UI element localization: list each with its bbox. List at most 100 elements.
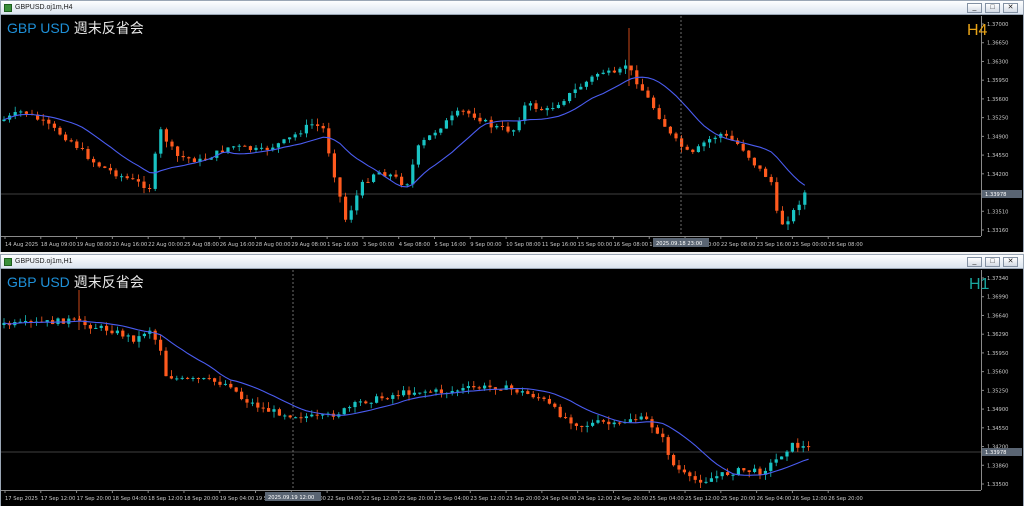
bear-candle-body [612,70,616,73]
bear-candle-body [164,129,168,142]
bear-candle-body [277,409,281,416]
bull-candle-body [584,81,588,87]
bear-candle-body [187,157,191,159]
bull-candle-body [461,388,465,391]
price-tick-label: 1.35950 [987,78,1008,84]
minimize-button[interactable]: _ [967,3,982,13]
bear-candle-body [86,148,90,159]
bull-candle-body [709,478,713,482]
bull-candle-body [304,416,308,419]
bear-candle-body [299,417,303,419]
bear-candle-body [500,125,504,127]
price-tick-label: 1.33500 [987,482,1008,488]
bull-candle-body [202,378,206,380]
bull-candle-body [792,210,796,222]
bull-candle-body [753,468,757,472]
bull-candle-body [596,420,600,423]
time-tick-label: 26 Sep 12:00 [792,496,827,502]
bear-candle-body [564,417,568,419]
bear-candle-body [540,108,544,111]
bull-candle-body [456,110,460,116]
bear-candle-body [265,147,269,150]
bull-candle-body [283,415,287,417]
bull-candle-body [466,386,470,389]
bear-candle-body [685,146,689,150]
close-button[interactable]: ✕ [1003,3,1018,13]
bear-candle-body [261,407,265,409]
bear-candle-body [256,402,260,408]
window-titlebar[interactable]: GBPUSD.oj1m,H4 _ □ ✕ [1,1,1023,15]
time-tick-label: 22 Sep 12:00 [363,496,398,502]
bull-candle-body [299,133,303,135]
bear-candle-body [646,90,650,98]
bear-candle-body [153,330,157,340]
window-titlebar[interactable]: GBPUSD.oj1m,H1 _ □ ✕ [1,255,1023,269]
price-chart-h4[interactable]: 1.37000 1.36650 1.36300 1.35950 1.35600 1.352… [1,16,1023,252]
bull-candle-body [601,72,605,74]
chart-window-icon [4,258,12,266]
bear-candle-body [110,330,114,334]
time-tick-label: 18 Aug 09:00 [41,242,76,248]
time-tick-label: 18 Sep 04:00 [112,496,147,502]
bear-candle-body [668,126,672,134]
bear-candle-body [537,397,541,399]
bear-candle-body [243,145,247,147]
bull-candle-body [523,105,527,121]
bear-candle-body [741,143,745,151]
bear-candle-body [132,335,136,342]
time-tick-label: 26 Sep 08:00 [828,242,863,248]
symbol-label: GBP USD 週末反省会 [7,18,144,38]
bear-candle-body [429,391,433,393]
price-tick-label: 1.33160 [987,228,1008,234]
time-tick-label: 17 Sep 2025 [5,496,38,502]
bull-candle-body [769,462,773,471]
bull-candle-body [294,417,298,419]
bull-candle-body [115,330,119,334]
bull-candle-body [713,137,717,140]
close-button[interactable]: ✕ [1003,257,1018,267]
bear-candle-body [769,176,773,183]
bull-candle-body [736,468,740,475]
bear-candle-body [245,399,249,403]
time-tick-label: 24 Sep 12:00 [578,496,613,502]
time-tick-label: 22 Sep 20:00 [399,496,434,502]
price-chart-h1[interactable]: 1.37340 1.36990 1.36640 1.36290 1.35950 1.356… [1,270,1023,506]
bear-candle-body [531,393,535,398]
maximize-button[interactable]: □ [985,257,1000,267]
bear-candle-body [607,421,611,425]
price-tick-label: 1.37000 [987,22,1008,28]
candlestick-plot[interactable]: 1.37000 1.36650 1.36300 1.35950 1.35600 1.352… [1,16,1023,252]
bull-candle-body [120,176,124,178]
bull-candle-body [579,86,583,90]
candlestick-plot[interactable]: 1.37340 1.36990 1.36640 1.36290 1.35950 1.356… [1,270,1023,506]
time-tick-label: 17 Sep 12:00 [41,496,76,502]
bear-candle-body [121,330,125,337]
bull-candle-body [19,111,23,113]
maximize-button[interactable]: □ [985,3,1000,13]
time-tick-label: 22 Sep 04:00 [327,496,362,502]
bull-candle-body [731,474,735,476]
bear-candle-body [677,465,681,470]
minimize-button[interactable]: _ [967,257,982,267]
bull-candle-body [585,425,589,427]
bear-candle-body [164,350,168,377]
bull-candle-body [24,321,28,323]
bear-candle-body [478,117,482,122]
bear-candle-body [650,419,654,428]
bear-candle-body [142,181,146,189]
price-tick-label: 1.35950 [987,351,1008,357]
price-tick-label: 1.35250 [987,116,1008,122]
bull-candle-body [780,456,784,460]
time-tick-label: 26 Aug 16:00 [220,242,255,248]
bull-candle-body [418,392,422,394]
chart-window-h1[interactable]: GBPUSD.oj1m,H1 _ □ ✕ 1.37340 1.36990 1.366… [0,254,1024,506]
bull-candle-body [422,139,426,146]
bear-candle-body [169,376,173,379]
bear-candle-body [439,389,443,394]
time-tick-label: 25 Sep 20:00 [721,496,756,502]
bear-candle-body [364,401,368,404]
bull-candle-body [696,146,700,153]
bull-candle-body [551,107,555,109]
bull-candle-body [590,76,594,82]
chart-window-h4[interactable]: GBPUSD.oj1m,H4 _ □ ✕ 1.37000 1.36650 1.363… [0,0,1024,252]
